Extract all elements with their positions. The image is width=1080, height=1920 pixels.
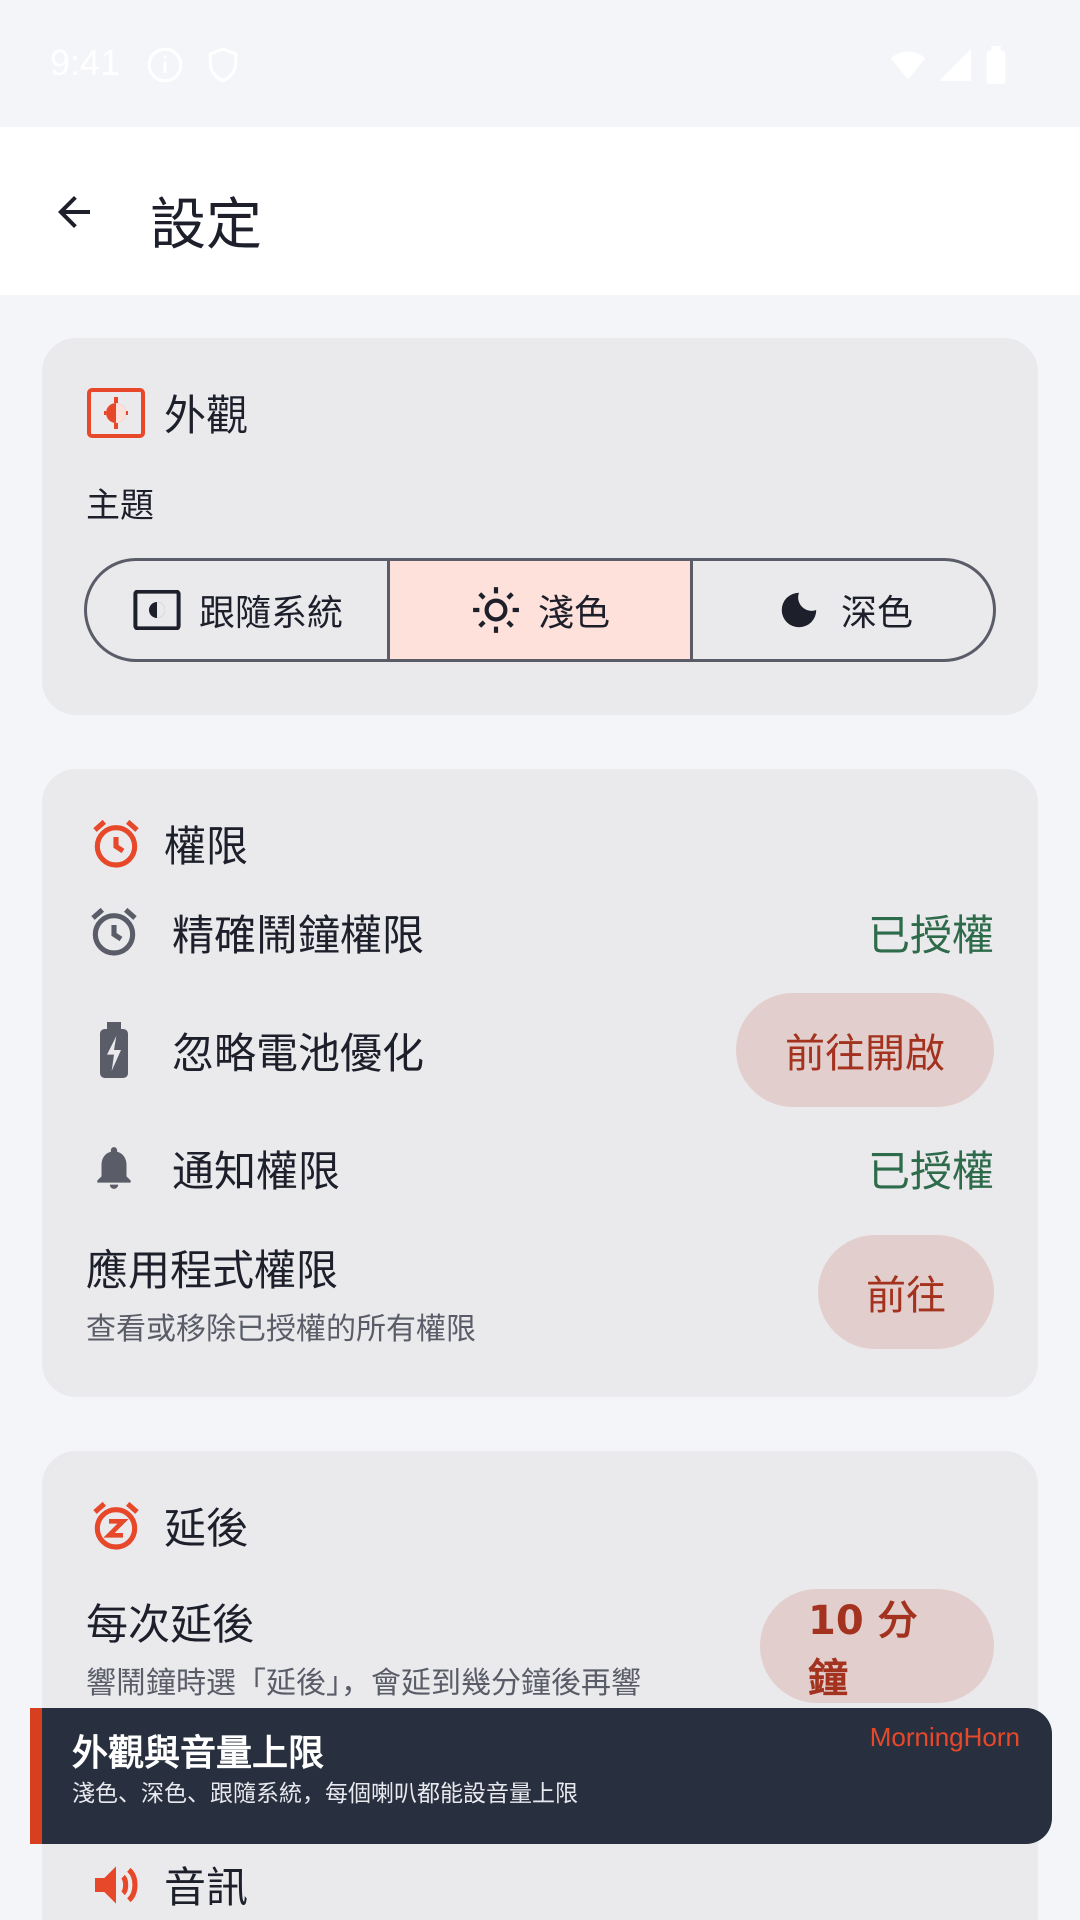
shield-icon: [204, 46, 242, 88]
each-snooze-text: 每次延後 響鬧鐘時選「延後」，會延到幾分鐘後再響: [86, 1591, 760, 1702]
each-snooze-description: 響鬧鐘時選「延後」，會延到幾分鐘後再響: [86, 1665, 641, 1701]
theme-option-system-label: 跟隨系統: [198, 593, 343, 634]
notification-status: 已授權: [867, 1146, 994, 1196]
banner-title: 外觀與音量上限: [72, 1733, 325, 1774]
back-button[interactable]: [44, 182, 104, 242]
brightness-auto-icon: [131, 584, 183, 636]
battery-label: 忽略電池優化: [172, 1028, 425, 1078]
notification-label: 通知權限: [172, 1146, 341, 1196]
theme-label: 主題: [86, 486, 154, 526]
signal-icon: [936, 46, 974, 88]
page-title: 設定: [150, 193, 262, 258]
banner-brand: MorningHorn: [869, 1722, 1020, 1752]
alarm-icon: [86, 814, 146, 874]
audio-header: 音訊: [86, 1854, 248, 1915]
status-bar: 9:41: [0, 0, 1080, 127]
appearance-header: 外觀: [86, 382, 248, 443]
arrow-back-icon: [58, 196, 90, 228]
snooze-icon: [86, 1496, 146, 1556]
app-permissions-description: 查看或移除已授權的所有權限: [86, 1311, 476, 1347]
battery-icon: [984, 46, 1008, 88]
volume-icon: [86, 1855, 146, 1915]
permissions-header: 權限: [86, 813, 248, 874]
brightness-auto-icon: [86, 383, 146, 443]
theme-option-light-label: 淺色: [537, 593, 610, 634]
snooze-title: 延後: [164, 1504, 249, 1553]
exact-alarm-status: 已授權: [867, 910, 994, 960]
banner-accent-bar: [30, 1708, 42, 1844]
audio-title: 音訊: [164, 1863, 249, 1912]
wifi-icon: [888, 46, 928, 88]
each-snooze-row: 每次延後 響鬧鐘時選「延後」，會延到幾分鐘後再響 10 分鐘: [86, 1589, 994, 1703]
permissions-card: 權限 精確鬧鐘權限 已授權 忽略電池優化 前往開啟 通知權限 已授權 應用程式權…: [42, 769, 1038, 1397]
theme-option-dark-label: 深色: [840, 593, 913, 634]
theme-segmented-control: 跟隨系統 淺色 深色: [84, 558, 996, 662]
battery-open-button[interactable]: 前往開啟: [736, 993, 994, 1107]
appearance-card: 外觀 主題 跟隨系統 淺色 深色: [42, 338, 1038, 715]
banner-subtitle: 淺色、深色、跟隨系統，每個喇叭都能設音量上限: [72, 1781, 578, 1807]
snooze-card: 延後 每次延後 響鬧鐘時選「延後」，會延到幾分鐘後再響 10 分鐘 音訊: [42, 1451, 1038, 1920]
alarm-icon: [86, 904, 142, 960]
exact-alarm-row: 精確鬧鐘權限 已授權: [86, 897, 994, 967]
exact-alarm-label: 精確鬧鐘權限: [172, 910, 425, 960]
status-time: 9:41: [50, 42, 121, 83]
app-permissions-go-button[interactable]: 前往: [818, 1235, 994, 1349]
battery-charging-icon: [86, 1022, 142, 1078]
theme-option-light[interactable]: 淺色: [390, 561, 693, 659]
bell-icon: [86, 1140, 142, 1196]
app-permissions-text: 應用程式權限 查看或移除已授權的所有權限: [86, 1237, 818, 1348]
app-permissions-label: 應用程式權限: [86, 1245, 339, 1295]
sun-icon: [470, 584, 522, 636]
appearance-title: 外觀: [164, 391, 249, 440]
app-permissions-row: 應用程式權限 查看或移除已授權的所有權限 前往: [86, 1235, 994, 1349]
permissions-title: 權限: [164, 822, 249, 871]
snooze-header: 延後: [86, 1495, 248, 1556]
info-icon: [146, 46, 184, 88]
feature-banner: 外觀與音量上限 淺色、深色、跟隨系統，每個喇叭都能設音量上限 MorningHo…: [30, 1708, 1052, 1844]
moon-icon: [773, 584, 825, 636]
notification-row: 通知權限 已授權: [86, 1133, 994, 1203]
theme-option-dark[interactable]: 深色: [693, 561, 993, 659]
theme-option-system[interactable]: 跟隨系統: [87, 561, 390, 659]
each-snooze-label: 每次延後: [86, 1599, 255, 1649]
battery-row: 忽略電池優化 前往開啟: [86, 993, 994, 1107]
snooze-duration-button[interactable]: 10 分鐘: [760, 1589, 994, 1703]
